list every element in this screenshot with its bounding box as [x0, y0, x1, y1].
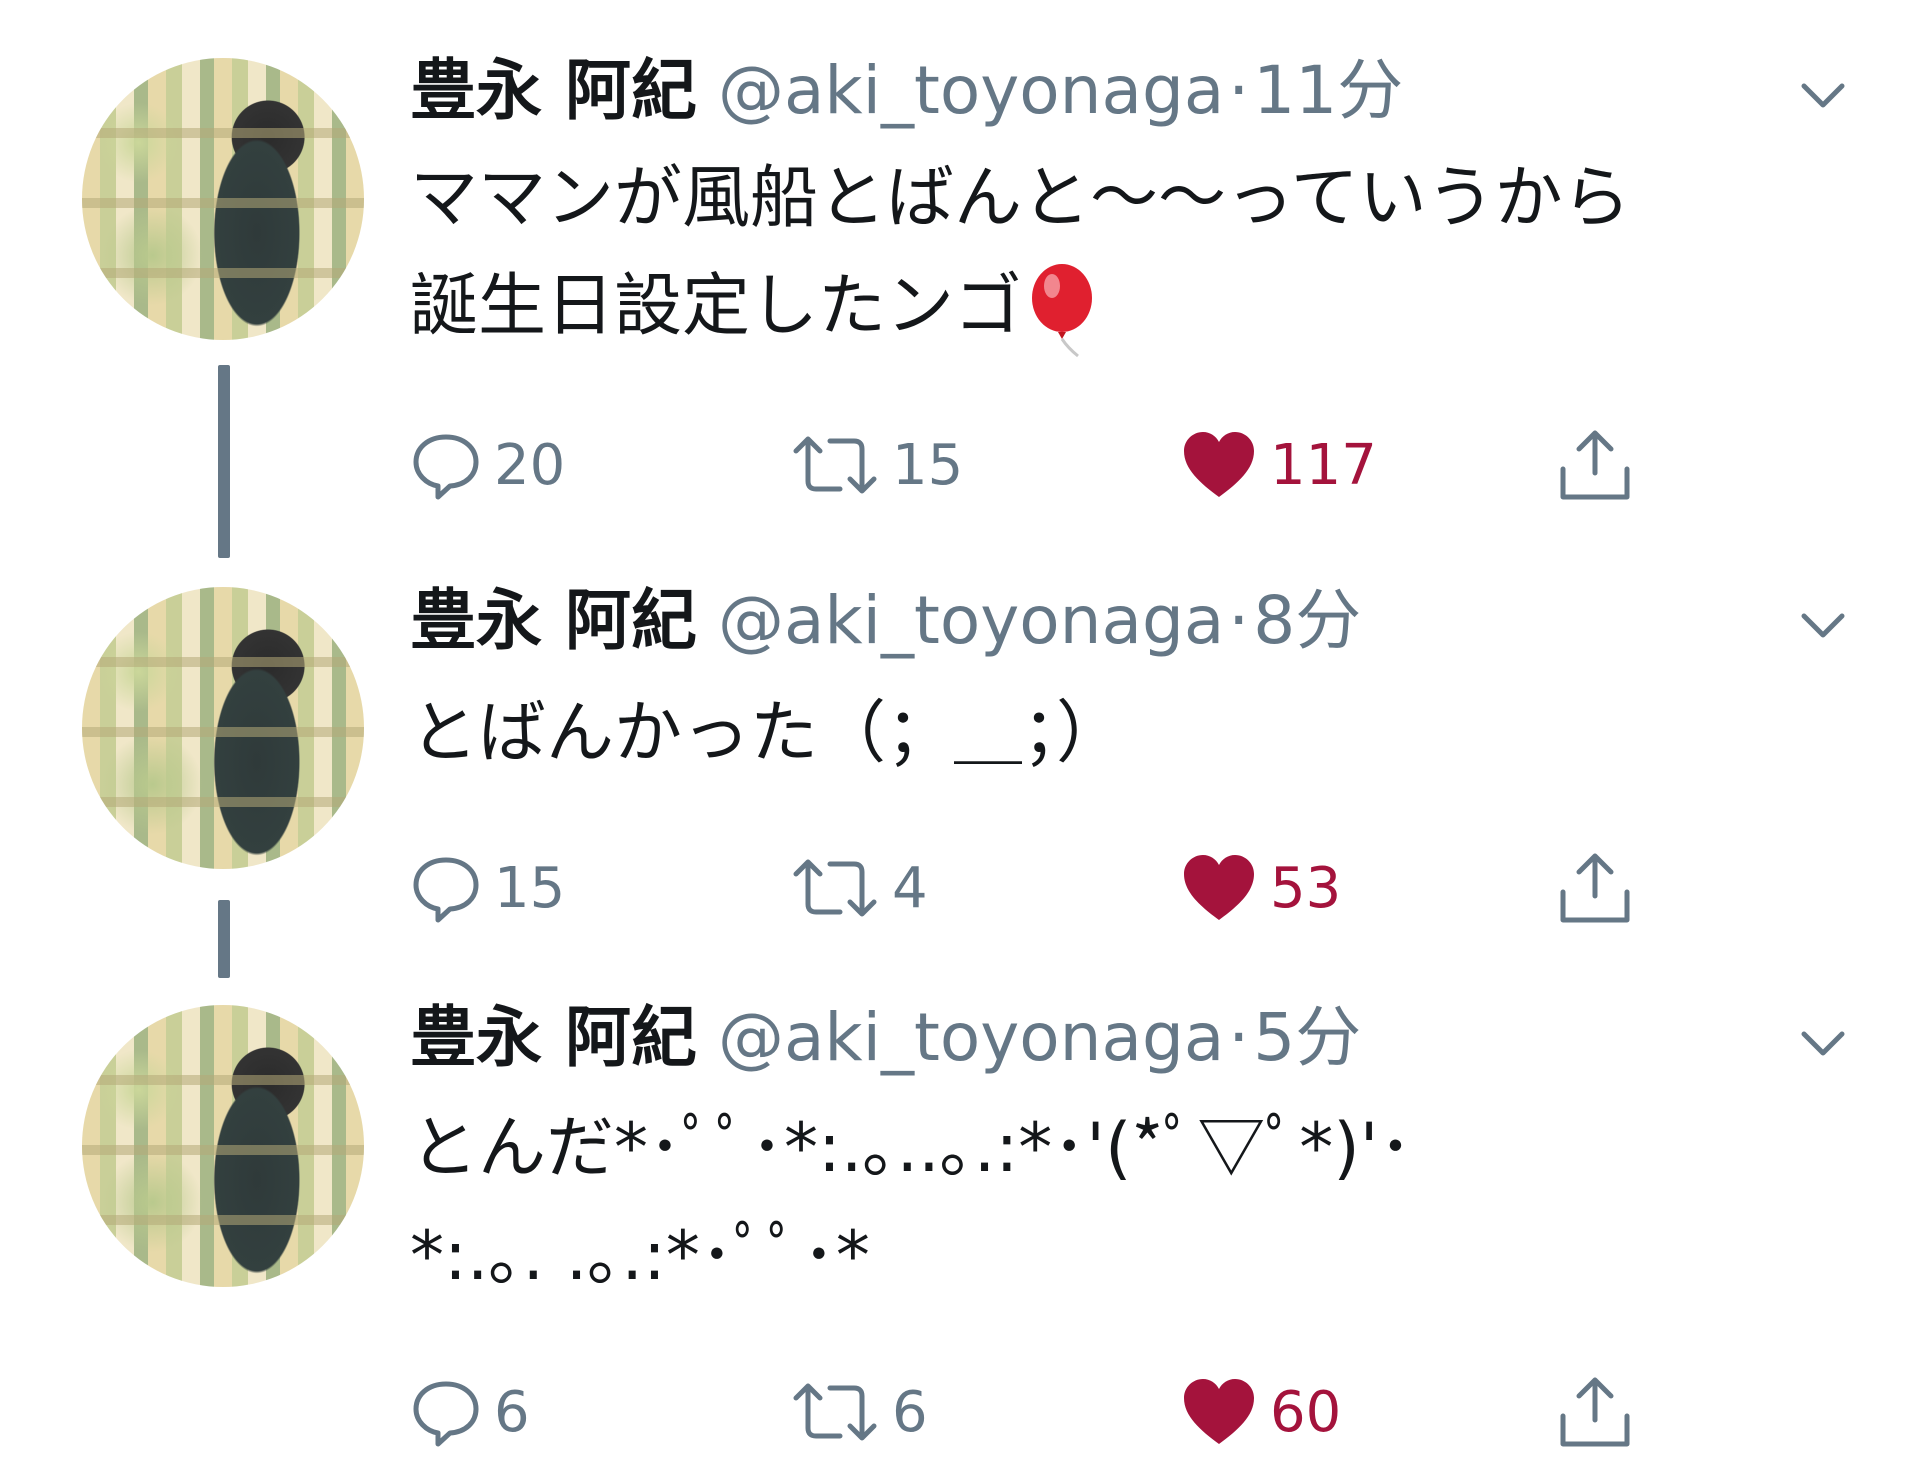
like-count: 53 [1270, 855, 1342, 921]
reply-count: 20 [494, 432, 566, 498]
thread-line [218, 900, 230, 978]
tweet-header: 豊永 阿紀 @aki_toyonaga·11分 [410, 58, 1403, 124]
tweet-actions: 6 6 60 [410, 1372, 1710, 1452]
reply-icon [413, 1381, 479, 1447]
like-button[interactable]: 60 [1180, 1372, 1341, 1452]
username[interactable]: @aki_toyonaga [718, 582, 1224, 659]
separator: · [1228, 582, 1250, 659]
reply-button[interactable]: 20 [410, 425, 565, 505]
retweet-icon [793, 436, 877, 494]
timestamp[interactable]: 8分 [1253, 582, 1361, 659]
username[interactable]: @aki_toyonaga [718, 999, 1224, 1076]
display-name[interactable]: 豊永 阿紀 [410, 582, 697, 659]
retweet-count: 15 [892, 432, 964, 498]
display-name[interactable]: 豊永 阿紀 [410, 999, 697, 1076]
timestamp[interactable]: 5分 [1253, 999, 1361, 1076]
share-button[interactable] [1555, 425, 1635, 505]
balloon-emoji-icon [1032, 264, 1093, 358]
share-button[interactable] [1555, 848, 1635, 928]
share-icon [1560, 430, 1630, 500]
tweet-text-line: ママンが風船とばんと〜〜っていうから [410, 159, 1631, 238]
tweet-actions: 15 4 53 [410, 848, 1710, 928]
like-button[interactable]: 53 [1180, 848, 1341, 928]
reply-count: 15 [494, 855, 566, 921]
tweet-header: 豊永 阿紀 @aki_toyonaga·8分 [410, 588, 1361, 654]
reply-icon [413, 857, 479, 923]
tweet-text-line: 誕生日設定したンゴ [410, 267, 1023, 346]
like-count: 60 [1270, 1379, 1342, 1445]
avatar[interactable] [82, 58, 364, 340]
chevron-down-icon[interactable] [1800, 72, 1846, 118]
retweet-count: 6 [892, 1379, 928, 1445]
timestamp[interactable]: 11分 [1253, 52, 1403, 129]
tweet-text: ママンが風船とばんと〜〜っていうから 誕生日設定したンゴ [410, 145, 1631, 361]
heart-icon [1184, 855, 1254, 920]
separator: · [1228, 999, 1250, 1076]
display-name[interactable]: 豊永 阿紀 [410, 52, 697, 129]
tweet-text-line: とんだ*･ﾟﾟ･*:.｡..｡.:*･'(*ﾟ▽ﾟ*)'･ [410, 1109, 1413, 1188]
thread-line [218, 365, 230, 558]
retweet-icon [793, 859, 877, 917]
share-icon [1560, 853, 1630, 923]
avatar[interactable] [82, 587, 364, 869]
chevron-down-icon[interactable] [1800, 1020, 1846, 1066]
chevron-down-icon[interactable] [1800, 602, 1846, 648]
reply-button[interactable]: 15 [410, 848, 565, 928]
retweet-icon [793, 1383, 877, 1441]
heart-icon [1184, 432, 1254, 497]
tweet-text-line: *:.｡. .｡.:*･ﾟﾟ･* [410, 1217, 870, 1296]
reply-icon [413, 434, 479, 500]
separator: · [1228, 52, 1250, 129]
reply-count: 6 [494, 1379, 530, 1445]
username[interactable]: @aki_toyonaga [718, 52, 1224, 129]
tweet-actions: 20 15 117 [410, 425, 1710, 505]
avatar[interactable] [82, 1005, 364, 1287]
tweet-text: とばんかった（；＿；） [410, 680, 1124, 788]
share-button[interactable] [1555, 1372, 1635, 1452]
tweet-header: 豊永 阿紀 @aki_toyonaga·5分 [410, 1005, 1361, 1071]
like-count: 117 [1270, 432, 1377, 498]
retweet-button[interactable]: 4 [790, 848, 928, 928]
tweet-text-line: とばんかった（；＿；） [410, 694, 1125, 773]
tweet-text: とんだ*･ﾟﾟ･*:.｡..｡.:*･'(*ﾟ▽ﾟ*)'･ *:.｡. .｡.:… [410, 1095, 1412, 1311]
like-button[interactable]: 117 [1180, 425, 1377, 505]
retweet-count: 4 [892, 855, 928, 921]
heart-icon [1184, 1379, 1254, 1444]
share-icon [1560, 1377, 1630, 1447]
retweet-button[interactable]: 6 [790, 1372, 928, 1452]
reply-button[interactable]: 6 [410, 1372, 530, 1452]
retweet-button[interactable]: 15 [790, 425, 963, 505]
